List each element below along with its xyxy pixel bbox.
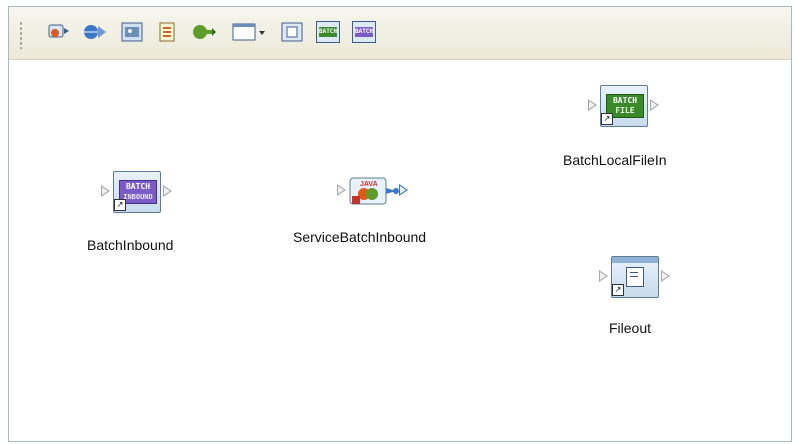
add-batch-button[interactable]: BATCH: [315, 19, 341, 45]
java-service-icon: JAVA: [349, 177, 399, 205]
node-fileout[interactable]: ↗: [598, 254, 678, 302]
input-port[interactable]: [588, 99, 597, 111]
add-image-button[interactable]: [119, 19, 145, 45]
batch-icon-label: BATCH: [318, 28, 338, 35]
add-connector-icon: [193, 25, 216, 39]
collaboration-canvas[interactable]: BATCH FILE ↗ BatchLocalFileIn BATCH INBO…: [9, 60, 791, 441]
node-batch-local-file-in[interactable]: BATCH FILE ↗: [587, 83, 667, 131]
icon-text-top: BATCH: [612, 96, 638, 105]
input-port[interactable]: [101, 185, 110, 197]
add-webservice-icon: [84, 25, 106, 39]
add-file-button[interactable]: [279, 19, 305, 45]
icon-text-top: BATCH: [125, 182, 151, 191]
add-connector-button[interactable]: [191, 19, 217, 45]
java-label: JAVA: [360, 181, 378, 188]
output-port[interactable]: [650, 99, 659, 111]
file-icon: [281, 22, 303, 42]
add-webservice-button[interactable]: [81, 19, 107, 45]
shortcut-arrow-icon: ↗: [612, 284, 624, 296]
node-label: ServiceBatchInbound: [293, 229, 427, 245]
batch-inbound-icon-label: BATCH: [354, 28, 374, 35]
add-service-icon: [48, 24, 69, 38]
input-port[interactable]: [337, 184, 346, 196]
add-batch-inbound-button[interactable]: BATCH: [351, 19, 377, 45]
shortcut-arrow-icon: ↗: [601, 113, 613, 125]
layout-dropdown-button[interactable]: [231, 19, 267, 45]
editor-toolbar: BATCH BATCH: [9, 7, 791, 60]
toolbar-grip[interactable]: [19, 21, 23, 49]
shortcut-arrow-icon: ↗: [114, 199, 126, 211]
node-label: BatchLocalFileIn: [563, 152, 667, 168]
layout-dropdown-icon: [232, 23, 265, 41]
node-label: BatchInbound: [87, 237, 174, 253]
output-port[interactable]: [399, 184, 408, 196]
input-port[interactable]: [599, 270, 608, 282]
node-service-batch-inbound[interactable]: JAVA: [336, 170, 416, 214]
batch-inbound-icon: BATCH: [352, 21, 376, 43]
node-batch-inbound[interactable]: BATCH INBOUND ↗: [100, 169, 180, 217]
output-port[interactable]: [661, 270, 670, 282]
output-port[interactable]: [163, 185, 172, 197]
add-service-button[interactable]: [45, 19, 71, 45]
collaboration-editor-window: BATCH BATCH BATCH FILE ↗ BatchLocalFileI…: [8, 6, 792, 442]
batch-icon: BATCH: [316, 21, 340, 43]
add-document-button[interactable]: [155, 19, 181, 45]
add-document-icon: [159, 22, 175, 42]
add-image-icon: [121, 22, 143, 42]
node-label: Fileout: [609, 320, 652, 336]
